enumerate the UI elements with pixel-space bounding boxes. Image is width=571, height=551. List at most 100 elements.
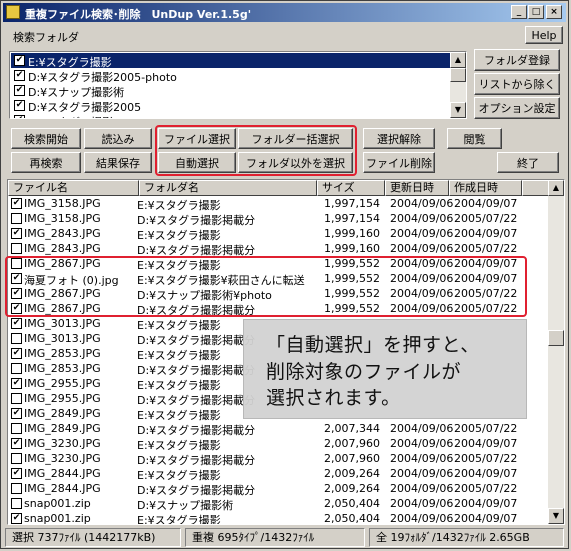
cell-modified: 2004/09/06 bbox=[390, 437, 454, 450]
checkbox[interactable]: ✔ bbox=[11, 408, 22, 419]
column-header-modified[interactable]: 更新日時 bbox=[385, 180, 449, 196]
table-row[interactable]: ✔ snap001.zip E:¥スタグラ撮影 2,050,404 2004/09/06… bbox=[8, 511, 548, 525]
checkbox[interactable] bbox=[11, 243, 22, 254]
checkbox[interactable] bbox=[11, 393, 22, 404]
checkbox[interactable] bbox=[11, 333, 22, 344]
table-row[interactable]: IMG_2844.JPG D:¥スタグラ撮影掲載分 2,009,264 2004/09… bbox=[8, 481, 548, 497]
search-folder-list[interactable]: ✔ E:¥スタグラ撮影 ✔ D:¥スタグラ撮影2005-photo ✔ D:¥スナップ撮影… bbox=[9, 51, 467, 119]
cell-file-name: IMG_2849.JPG bbox=[24, 422, 101, 435]
checkbox[interactable] bbox=[11, 498, 22, 509]
checkbox[interactable]: ✔ bbox=[11, 318, 22, 329]
cell-size: 2,050,404 bbox=[324, 512, 380, 525]
cell-modified: 2004/09/06 bbox=[390, 212, 454, 225]
checkbox[interactable]: ✔ bbox=[11, 288, 22, 299]
table-row[interactable]: ✔ 海夏フォト (0).jpg E:¥スタグラ撮影¥萩田さんに転送 1,999,552… bbox=[8, 271, 548, 287]
table-row[interactable]: ✔ IMG_2867.JPG D:¥スナップ撮影術¥photo 1,999,552 20… bbox=[8, 286, 548, 302]
table-row[interactable]: IMG_2849.JPG D:¥スタグラ撮影掲載分 2,007,344 2004/09… bbox=[8, 421, 548, 437]
search-start-button[interactable]: 検索開始 bbox=[11, 128, 81, 149]
table-row[interactable]: snap001.zip D:¥スナップ撮影術 2,050,404 2004/09/06… bbox=[8, 496, 548, 512]
checkbox[interactable]: ✔ bbox=[11, 273, 22, 284]
cell-file-name: IMG_2844.JPG bbox=[24, 482, 101, 495]
cell-file-name: snap001.zip bbox=[24, 512, 91, 525]
checkbox[interactable]: ✔ bbox=[11, 228, 22, 239]
folder-list-item[interactable]: ✔ D:¥スナップ撮影術 bbox=[11, 83, 450, 99]
checkbox[interactable]: ✔ bbox=[11, 303, 22, 314]
load-button[interactable]: 読込み bbox=[84, 128, 152, 149]
cell-size: 2,007,344 bbox=[324, 422, 380, 435]
checkbox[interactable]: ✔ bbox=[11, 198, 22, 209]
scroll-up-icon[interactable]: ▲ bbox=[450, 52, 466, 68]
table-scrollbar[interactable]: ▲ ▼ bbox=[548, 180, 564, 524]
maximize-button[interactable]: □ bbox=[528, 5, 544, 19]
table-row[interactable]: ✔ IMG_3230.JPG E:¥スタグラ撮影 2,007,960 2004/09/0… bbox=[8, 436, 548, 452]
delete-files-button[interactable]: ファイル削除 bbox=[363, 152, 435, 173]
remove-from-list-button[interactable]: リストから除く bbox=[474, 73, 560, 95]
view-button[interactable]: 閲覧 bbox=[447, 128, 502, 149]
column-header-name[interactable]: ファイル名 bbox=[8, 180, 139, 196]
save-results-button[interactable]: 結果保存 bbox=[84, 152, 152, 173]
checkbox[interactable] bbox=[11, 483, 22, 494]
checkbox[interactable]: ✔ bbox=[11, 348, 22, 359]
folder-list-item[interactable]: ✔ E:¥スタグラ撮影 bbox=[11, 53, 450, 69]
checkbox[interactable] bbox=[11, 363, 22, 374]
cell-file-name: IMG_3158.JPG bbox=[24, 212, 101, 225]
research-button[interactable]: 再検索 bbox=[11, 152, 81, 173]
table-row[interactable]: ✔ IMG_2867.JPG D:¥スタグラ撮影掲載分 1,999,552 2004/0… bbox=[8, 301, 548, 317]
scroll-thumb[interactable] bbox=[548, 330, 564, 346]
checkbox[interactable]: ✔ bbox=[14, 100, 25, 111]
folder-list-item[interactable]: ✔ D:¥スタグラ撮影2005-photo bbox=[11, 68, 450, 84]
option-settings-button[interactable]: オプション設定 bbox=[474, 97, 560, 119]
checkbox[interactable]: ✔ bbox=[14, 55, 25, 66]
table-row[interactable]: ✔ IMG_3158.JPG E:¥スタグラ撮影 1,997,154 2004/09/0… bbox=[8, 196, 548, 212]
checkbox[interactable] bbox=[11, 453, 22, 464]
scroll-up-icon[interactable]: ▲ bbox=[548, 180, 564, 196]
folder-list-scrollbar[interactable]: ▲ ▼ bbox=[450, 52, 466, 118]
table-row[interactable]: IMG_3230.JPG D:¥スタグラ撮影掲載分 2,007,960 2004/09… bbox=[8, 451, 548, 467]
file-select-button[interactable]: ファイル選択 bbox=[158, 128, 236, 149]
column-header-created[interactable]: 作成日時 bbox=[449, 180, 522, 196]
column-header-folder[interactable]: フォルダ名 bbox=[139, 180, 317, 196]
cell-modified: 2004/09/06 bbox=[390, 452, 454, 465]
checkbox[interactable]: ✔ bbox=[14, 85, 25, 96]
minimize-button[interactable]: _ bbox=[511, 5, 527, 19]
deselect-button[interactable]: 選択解除 bbox=[363, 128, 435, 149]
cell-modified: 2004/09/06 bbox=[390, 482, 454, 495]
table-row[interactable]: IMG_2867.JPG E:¥スタグラ撮影 1,999,552 2004/09/06… bbox=[8, 256, 548, 272]
checkbox[interactable] bbox=[11, 258, 22, 269]
table-row[interactable]: ✔ IMG_2843.JPG E:¥スタグラ撮影 1,999,160 2004/09/0… bbox=[8, 226, 548, 242]
column-header-size[interactable]: サイズ bbox=[317, 180, 385, 196]
cell-size: 1,999,552 bbox=[324, 302, 380, 315]
checkbox[interactable]: ✔ bbox=[14, 115, 25, 118]
app-icon bbox=[6, 5, 20, 19]
table-row[interactable]: ✔ IMG_2844.JPG E:¥スタグラ撮影 2,009,264 2004/09/0… bbox=[8, 466, 548, 482]
register-folder-button[interactable]: フォルダ登録 bbox=[474, 49, 560, 71]
cell-created: 2004/09/07 bbox=[454, 512, 518, 525]
cell-size: 1,999,552 bbox=[324, 257, 380, 270]
folder-list-item[interactable]: ✔D:¥スタグラ撮影2005-info bbox=[11, 113, 450, 118]
scroll-down-icon[interactable]: ▼ bbox=[450, 102, 466, 118]
checkbox[interactable] bbox=[11, 423, 22, 434]
status-selected: 選択 737ﾌｧｲﾙ (1442177kB) bbox=[5, 528, 181, 547]
auto-select-button[interactable]: 自動選択 bbox=[158, 152, 236, 173]
cell-created: 2004/09/07 bbox=[454, 227, 518, 240]
checkbox[interactable]: ✔ bbox=[11, 468, 22, 479]
annotation-callout: 「自動選択」を押すと、 削除対象のファイルが 選択されます。 bbox=[243, 319, 527, 419]
checkbox[interactable]: ✔ bbox=[14, 70, 25, 81]
exit-button[interactable]: 終了 bbox=[497, 152, 559, 173]
help-button[interactable]: Help bbox=[525, 26, 563, 44]
folder-list-item[interactable]: ✔ D:¥スタグラ撮影2005 bbox=[11, 98, 450, 114]
cell-modified: 2004/09/06 bbox=[390, 497, 454, 510]
folder-bulk-select-button[interactable]: フォルダー括選択 bbox=[238, 128, 353, 149]
checkbox[interactable]: ✔ bbox=[11, 438, 22, 449]
scroll-thumb[interactable] bbox=[450, 68, 466, 82]
checkbox[interactable]: ✔ bbox=[11, 513, 22, 524]
checkbox[interactable]: ✔ bbox=[11, 378, 22, 389]
cell-file-name: IMG_2844.JPG bbox=[24, 467, 101, 480]
select-except-folder-button[interactable]: フォルダ以外を選択 bbox=[238, 152, 353, 173]
table-row[interactable]: IMG_3158.JPG D:¥スタグラ撮影掲載分 1,997,154 2004/09… bbox=[8, 211, 548, 227]
scroll-down-icon[interactable]: ▼ bbox=[548, 508, 564, 524]
checkbox[interactable] bbox=[11, 213, 22, 224]
table-row[interactable]: IMG_2843.JPG D:¥スタグラ撮影掲載分 1,999,160 2004/09… bbox=[8, 241, 548, 257]
close-button[interactable]: × bbox=[546, 5, 562, 19]
title-bar[interactable]: 重複ファイル検索･削除 UnDup Ver.1.5g' _ □ × bbox=[3, 3, 566, 22]
